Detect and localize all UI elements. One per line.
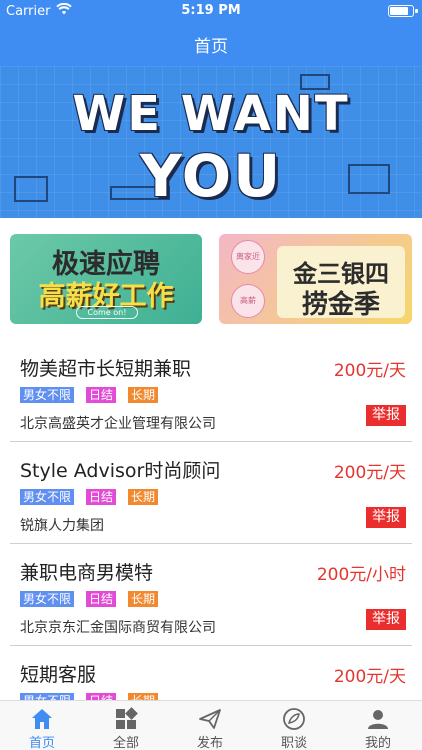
page-title: 首页 [194,37,228,57]
promo-cta-label: Come on! [76,306,138,319]
job-title: 短期客服 [20,664,97,686]
job-salary: 200元/天 [333,463,406,483]
tab-publish[interactable]: 发布 [168,701,252,750]
promo-tag-pay: 高薪 [231,284,265,318]
tab-publish-label: 发布 [196,736,223,750]
job-salary: 200元/天 [333,667,406,687]
tag-daily-pay: 日结 [86,489,117,505]
job-salary: 200元/小时 [316,565,406,585]
tag-daily-pay: 日结 [86,591,117,607]
job-company: 北京京东汇金国际商贸有限公司 [20,620,216,636]
report-button[interactable]: 举报 [366,507,406,528]
person-icon [366,707,390,731]
status-bar: Carrier 5:19 PM [0,0,422,22]
job-company: 北京高盛英才企业管理有限公司 [20,416,216,432]
promo-fast-hire[interactable]: 极速应聘 高薪好工作 Come on! [10,234,202,324]
tab-talk-label: 职谈 [280,736,307,750]
tab-all[interactable]: 全部 [84,701,168,750]
job-company: 锐旗人力集团 [20,518,104,534]
tag-gender: 男女不限 [20,387,75,403]
tag-long-term: 长期 [128,489,159,505]
tab-mine-label: 我的 [364,736,391,750]
job-list-item[interactable]: 兼职电商男模特 200元/小时 男女不限 日结 长期 北京京东汇金国际商贸有限公… [0,544,422,646]
report-button[interactable]: 举报 [366,609,406,630]
tab-all-label: 全部 [112,736,139,750]
banner-headline: WE WANT [72,86,350,142]
tab-talk[interactable]: 职谈 [252,701,336,750]
hero-banner[interactable]: WE WANT YOU [0,66,422,218]
tag-long-term: 长期 [128,591,159,607]
promo-tag-near: 离家近 [231,240,265,274]
tag-gender: 男女不限 [20,489,75,505]
battery-icon [388,5,418,17]
tab-home-label: 首页 [28,736,55,750]
tab-bar: 首页 全部 发布 职谈 我的 [0,700,422,750]
chat-leaf-icon [282,707,306,731]
tag-daily-pay: 日结 [86,387,117,403]
tag-long-term: 长期 [128,387,159,403]
tag-gender: 男女不限 [20,591,75,607]
tab-mine[interactable]: 我的 [336,701,420,750]
home-icon [30,707,54,731]
grid-icon [114,707,138,731]
report-button[interactable]: 举报 [366,405,406,426]
send-icon [198,707,222,731]
banner-subheadline: YOU [139,142,283,210]
job-list-item[interactable]: 物美超市长短期兼职 200元/天 男女不限 日结 长期 北京高盛英才企业管理有限… [0,340,422,442]
battery-level-fill [390,7,408,15]
job-salary: 200元/天 [333,361,406,381]
job-title: Style Advisor时尚顾问 [20,460,221,482]
status-time: 5:19 PM [181,3,241,18]
job-title: 兼职电商男模特 [20,562,154,584]
promo-golden-season[interactable]: 离家近 高薪 金三银四 捞金季 [219,234,412,324]
promo-subtitle: 捞金季 [301,290,380,320]
job-list-item[interactable]: Style Advisor时尚顾问 200元/天 男女不限 日结 长期 锐旗人力… [0,442,422,544]
job-title: 物美超市长短期兼职 [20,358,192,380]
top-bar: Carrier 5:19 PM 首页 [0,0,422,66]
tab-home[interactable]: 首页 [0,701,84,750]
